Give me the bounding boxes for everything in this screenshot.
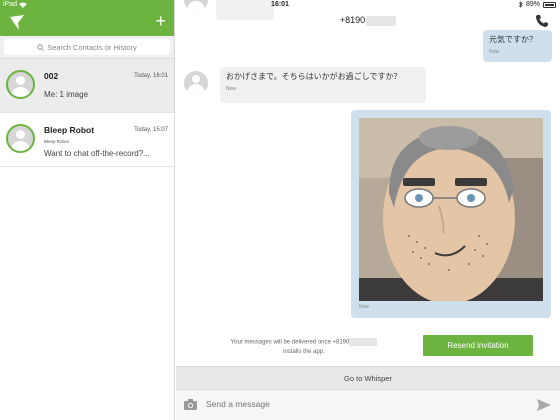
sidebar: + Search Contacts or History 002 Today, … — [0, 0, 175, 420]
contact-item-bleep-robot[interactable]: Bleep Robot Today, 15:07 Bleep Robot Wan… — [0, 113, 174, 167]
contact-time: Today, 16:01 — [134, 73, 168, 79]
search-area: Search Contacts or History — [0, 36, 174, 59]
photo-plush-doll-image[interactable] — [359, 118, 543, 301]
message-input[interactable] — [206, 399, 506, 409]
search-icon — [37, 43, 44, 51]
resend-invitation-button[interactable]: Resend invitation — [423, 335, 533, 356]
contact-time: Today, 15:07 — [134, 127, 168, 133]
outgoing-image-bubble: Now — [351, 110, 551, 318]
message-time: Now — [359, 304, 370, 310]
battery-percent: 89% — [525, 1, 540, 8]
contact-preview: Me: 1 image — [44, 90, 89, 99]
go-to-whisper-button[interactable]: Go to Whisper — [176, 366, 560, 390]
search-input[interactable]: Search Contacts or History — [4, 39, 170, 55]
redacted-number — [366, 15, 397, 26]
camera-icon[interactable] — [184, 399, 197, 410]
contact-preview: Want to chat off-the-record?... — [44, 149, 150, 158]
incoming-message-bubble: おかげさまで。そちらはいかがお過ごしですか？ Now — [220, 67, 426, 103]
avatar — [6, 70, 35, 99]
app-logo-icon — [10, 15, 24, 30]
contact-item-002[interactable]: 002 Today, 16:01 Me: 1 image — [0, 59, 174, 113]
avatar — [6, 124, 35, 153]
phone-icon[interactable] — [535, 14, 549, 28]
message-text: おかげさまで。そちらはいかがお過ごしですか？ — [226, 72, 402, 81]
conversation-pane: +8190 元気ですか？ Now おかげさまで。そちらはいかがお過ごしですか？ … — [176, 0, 560, 420]
message-composer — [176, 390, 560, 420]
search-placeholder: Search Contacts or History — [47, 42, 137, 52]
status-bar: iPad 16:01 89% — [0, 0, 560, 10]
message-time: Now — [226, 86, 237, 92]
battery-icon — [543, 1, 556, 8]
contact-name: 002 — [44, 71, 59, 81]
contact-subtitle: Bleep Robot — [44, 139, 69, 144]
avatar — [184, 71, 208, 95]
send-icon[interactable] — [537, 399, 551, 411]
message-time: Now — [489, 49, 500, 55]
contact-name: Bleep Robot — [44, 125, 95, 135]
status-time: 16:01 — [271, 1, 289, 8]
message-text: 元気ですか？ — [489, 35, 537, 44]
add-contact-button[interactable]: + — [155, 12, 166, 30]
outgoing-message-bubble: 元気ですか？ Now — [483, 30, 552, 62]
delivery-notice: Your messages will be delivered once +81… — [216, 338, 392, 357]
bluetooth-icon — [518, 1, 523, 8]
redacted-number — [349, 338, 378, 346]
